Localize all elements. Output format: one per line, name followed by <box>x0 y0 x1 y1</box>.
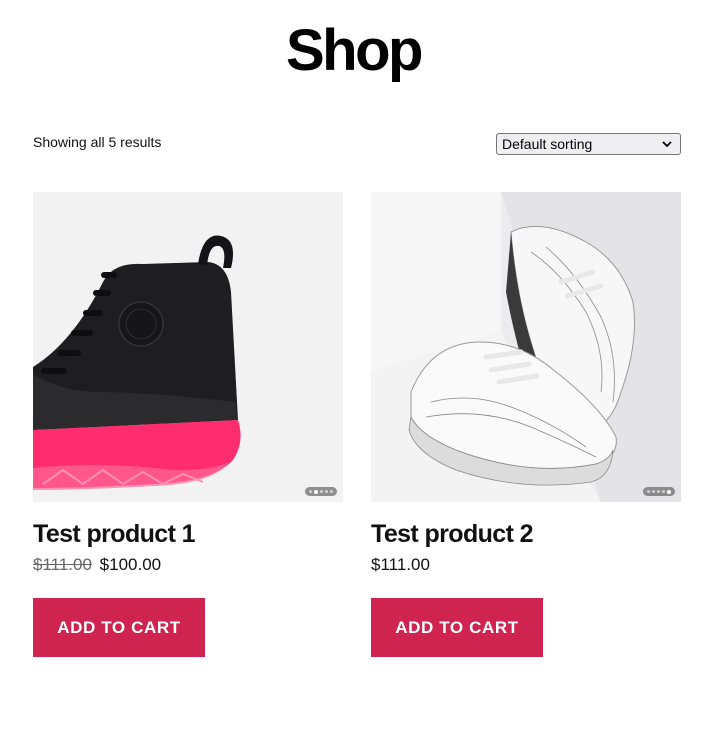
add-to-cart-button[interactable]: ADD TO CART <box>33 598 205 657</box>
sale-price: $100.00 <box>99 555 162 574</box>
gallery-dot[interactable] <box>662 490 665 493</box>
gallery-dots[interactable] <box>643 487 675 496</box>
ordering-select[interactable]: Default sorting <box>496 133 681 155</box>
gallery-dot[interactable] <box>652 490 655 493</box>
product-title[interactable]: Test product 1 <box>33 519 343 549</box>
product-image <box>33 192 343 502</box>
gallery-dots[interactable] <box>305 487 337 496</box>
gallery-dot[interactable] <box>647 490 650 493</box>
page-title: Shop <box>286 18 423 83</box>
chevron-down-icon <box>662 141 672 148</box>
product-price: $111.00 $100.00 <box>33 555 343 575</box>
gallery-dot-active[interactable] <box>667 489 671 494</box>
price: $111.00 <box>371 555 430 574</box>
product-image-link[interactable] <box>371 192 681 502</box>
product-image-link[interactable] <box>33 192 343 502</box>
gallery-dot[interactable] <box>330 490 333 493</box>
gallery-dot-active[interactable] <box>314 489 318 494</box>
gallery-dot[interactable] <box>320 490 323 493</box>
regular-price: $111.00 <box>33 555 92 574</box>
gallery-dot[interactable] <box>657 490 660 493</box>
product-image <box>371 192 681 502</box>
result-count: Showing all 5 results <box>33 134 162 150</box>
ordering-selected-value: Default sorting <box>502 136 593 152</box>
gallery-dot[interactable] <box>309 490 312 493</box>
product-card: Test product 2 $111.00 ADD TO CART <box>371 192 681 657</box>
gallery-dot[interactable] <box>325 490 328 493</box>
product-title[interactable]: Test product 2 <box>371 519 681 549</box>
product-card: Test product 1 $111.00 $100.00 ADD TO CA… <box>33 192 343 657</box>
add-to-cart-button[interactable]: ADD TO CART <box>371 598 543 657</box>
product-price: $111.00 <box>371 555 681 575</box>
